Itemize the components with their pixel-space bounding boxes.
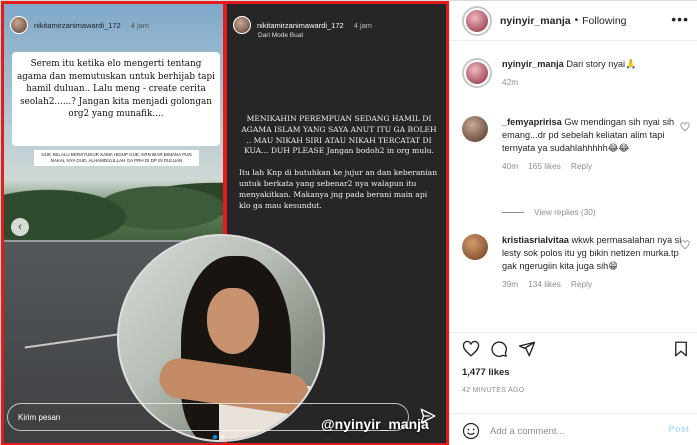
comment-text: _femyapririsa Gw mendingan sih nyai sih … bbox=[502, 116, 692, 155]
portrait-face bbox=[207, 288, 259, 354]
likes-count[interactable]: 1,477 likes bbox=[462, 367, 510, 378]
story-paragraph-1: MENIKAHIN PEREMPUAN SEDANG HAMIL DI AGAM… bbox=[241, 114, 437, 156]
comments-list: nyinyir_manja Dari story nyai🙏 42m _femy… bbox=[450, 42, 697, 332]
add-comment-bar: Post bbox=[450, 413, 697, 445]
following-button[interactable]: Following bbox=[582, 15, 626, 27]
comment-time: 40m bbox=[502, 161, 519, 171]
comment-meta: 40m 165 likes Reply bbox=[502, 161, 692, 171]
author-username[interactable]: nyinyir_manja bbox=[500, 15, 571, 27]
story-time: 4 jam bbox=[130, 20, 150, 30]
carousel-dot-active bbox=[213, 435, 217, 439]
story-username: nikitamirzanimawardi_172 bbox=[257, 20, 344, 30]
story-header: nikitamirzanimawardi_172 4 jam bbox=[10, 16, 149, 34]
post-comment-button[interactable]: Post bbox=[668, 424, 689, 435]
comment-text: kristiasrialvitaa wkwk permasalahan nya … bbox=[502, 234, 692, 273]
post-media: nikitamirzanimawardi_172 4 jam Serem itu… bbox=[1, 1, 449, 445]
comment-username[interactable]: kristiasrialvitaa bbox=[502, 235, 569, 245]
caption-avatar[interactable] bbox=[462, 58, 492, 88]
trees-background bbox=[4, 154, 223, 244]
story-time: 4 jam bbox=[353, 20, 373, 30]
caption-username[interactable]: nyinyir_manja bbox=[502, 59, 564, 69]
story-text: MENIKAHIN PEREMPUAN SEDANG HAMIL DI AGAM… bbox=[239, 114, 439, 222]
caption: nyinyir_manja Dari story nyai🙏 42m bbox=[462, 58, 692, 88]
comment-item: kristiasrialvitaa wkwk permasalahan nya … bbox=[462, 234, 692, 289]
view-replies[interactable]: View replies (30) bbox=[502, 207, 596, 217]
author-avatar[interactable] bbox=[462, 5, 492, 36]
replies-line bbox=[502, 211, 524, 213]
like-heart-icon[interactable] bbox=[462, 340, 480, 358]
story-avatar bbox=[10, 16, 28, 34]
post-header: nyinyir_manja • Following ••• bbox=[450, 1, 697, 41]
carousel-dot bbox=[220, 435, 224, 439]
comment-like-heart-icon[interactable] bbox=[680, 240, 690, 250]
comment-likes[interactable]: 165 likes bbox=[528, 161, 561, 171]
save-bookmark-icon[interactable] bbox=[672, 340, 690, 358]
post-sidebar: nyinyir_manja • Following ••• nyinyir_ma… bbox=[449, 1, 697, 445]
post-actions bbox=[450, 332, 697, 362]
story-text-bubble: Serem itu ketika elo mengerti tentang ag… bbox=[12, 52, 220, 146]
caption-body: Dari story nyai🙏 bbox=[566, 59, 637, 69]
view-replies-label[interactable]: View replies (30) bbox=[534, 207, 596, 217]
story-paragraph-2: Itu lah Knp di butuhkan ke jujur an dan … bbox=[239, 168, 438, 210]
commenter-avatar[interactable] bbox=[462, 116, 488, 142]
instagram-post-view: nikitamirzanimawardi_172 4 jam Serem itu… bbox=[0, 0, 697, 445]
story-message-input[interactable]: Kirim pesan bbox=[7, 403, 409, 431]
caption-avatar-image bbox=[464, 60, 490, 86]
story-subtitle: Dari Mode Buat bbox=[258, 32, 304, 39]
more-options-icon[interactable]: ••• bbox=[671, 11, 689, 27]
comment-item: _femyapririsa Gw mendingan sih nyai sih … bbox=[462, 116, 692, 171]
comment-likes[interactable]: 134 likes bbox=[528, 279, 561, 289]
caption-time: 42m bbox=[502, 77, 519, 87]
send-icon[interactable] bbox=[419, 407, 437, 425]
comment-bubble-icon[interactable] bbox=[490, 340, 508, 358]
emoji-icon[interactable] bbox=[462, 422, 480, 440]
comment-like-heart-icon[interactable] bbox=[680, 122, 690, 132]
author-avatar-image bbox=[464, 7, 490, 34]
comment-reply-button[interactable]: Reply bbox=[571, 279, 592, 289]
commenter-avatar[interactable] bbox=[462, 234, 488, 260]
carousel-prev-button[interactable]: ‹ bbox=[11, 218, 29, 236]
story-username: nikitamirzanimawardi_172 bbox=[34, 20, 121, 30]
caption-meta: 42m bbox=[502, 77, 692, 87]
comment-time: 39m bbox=[502, 279, 519, 289]
post-timestamp: 42 MINUTES AGO bbox=[462, 387, 525, 394]
comment-username[interactable]: _femyapririsa bbox=[502, 117, 562, 127]
comment-meta: 39m 134 likes Reply bbox=[502, 279, 692, 289]
story-avatar bbox=[233, 16, 251, 34]
header-separator: • bbox=[574, 15, 579, 26]
share-icon[interactable] bbox=[518, 340, 536, 358]
story-small-note: GUE SELALU BERSYUKUR SAMA HIDUP GUE, KRN… bbox=[34, 150, 199, 166]
carousel-indicator bbox=[213, 435, 224, 439]
add-comment-input[interactable] bbox=[490, 422, 650, 440]
comment-reply-button[interactable]: Reply bbox=[571, 161, 592, 171]
caption-text: nyinyir_manja Dari story nyai🙏 bbox=[502, 58, 692, 71]
